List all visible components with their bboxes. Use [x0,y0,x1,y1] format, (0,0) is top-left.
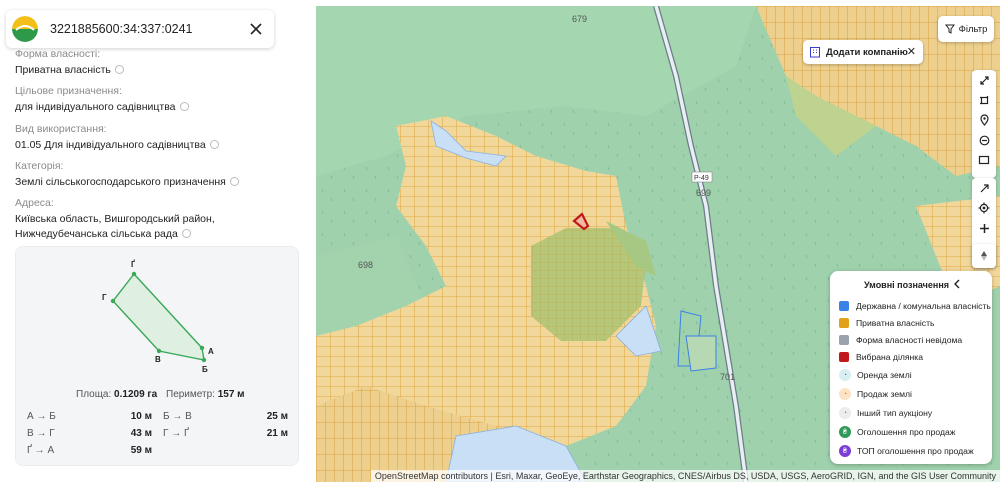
legend-swatch [839,318,849,328]
ownership-form-label: Форма власності: [15,48,101,60]
legend-item: Державна / комунальна власність [839,301,991,311]
segment-length: 59 м [130,445,152,456]
info-icon[interactable] [181,228,191,238]
purpose-label: Цільове призначення: [15,85,122,97]
legend-item: ₴ ТОП оголошення про продаж [839,445,974,457]
segment-name: Г → Ґ [163,428,189,439]
lease-icon: ◔ [839,369,851,381]
legend-panel: Умовні позначення Державна / комунальна … [830,271,992,464]
parcel-shape-card: Ґ Г В Б А Площа: 0.1209 га Периметр: 157… [15,246,299,466]
legend-item: Форма власності невідома [839,335,962,345]
info-icon[interactable] [229,176,239,186]
legend-swatch [839,352,849,362]
usage-type-value: 01.05 Для індивідуального садівництва [15,139,206,151]
map-label: 679 [572,14,587,24]
vertex-label: Г [102,293,107,302]
vertex-label: А [208,347,214,356]
segment-name: В → Г [27,428,55,439]
segment-length: 21 м [266,428,288,439]
vertex-label: Б [202,365,208,374]
map-view[interactable]: 679 698 Р-49 699 701 Фільтр Додати компа… [316,6,1000,482]
legend-title: Умовні позначення [864,280,950,290]
perimeter-summary: Периметр: 157 м [166,389,245,400]
vertex-label: Ґ [131,260,135,269]
parcel-header: 3221885600:34:337:0241 [6,10,274,48]
arrow-icon[interactable] [972,178,996,198]
circle-minus-icon[interactable] [972,130,996,150]
rectangle-icon[interactable] [972,150,996,170]
info-icon[interactable] [114,64,124,74]
add-company-label: Додати компанію [826,46,908,58]
segment-name: А → Б [27,411,56,422]
ownership-form-value: Приватна власність [15,64,111,76]
legend-swatch [839,301,849,311]
cadastral-number: 3221885600:34:337:0241 [50,22,193,36]
usage-type: Вид використання: 01.05 Для індивідуальн… [15,123,219,153]
expand-icon[interactable] [972,70,996,90]
perimeter-value: 157 м [217,389,245,400]
area-summary: Площа: 0.1209 га [76,389,158,400]
building-icon [810,47,820,58]
ownership-form: Форма власності: Приватна власність [15,48,124,78]
segment-length: 43 м [130,428,152,439]
filter-label: Фільтр [958,23,988,35]
top-listing-icon: ₴ [839,445,851,457]
legend-item: ◔ Оренда землі [839,369,912,381]
segment-length: 10 м [130,411,152,422]
segment-name: Ґ → А [27,445,55,456]
usage-type-label: Вид використання: [15,123,107,135]
compass-icon[interactable] [972,244,996,268]
category-label: Категорія: [15,160,64,172]
parcel-info-panel: 3221885600:34:337:0241 Форма власності: … [0,0,316,487]
legend-item: ◔ Продаж землі [839,388,912,400]
parcel-shape-drawing: Ґ Г В Б А [102,260,214,374]
add-company-button[interactable]: Додати компанію ✕ [803,40,923,64]
legend-item: ◔ Інший тип аукціону [839,407,932,419]
info-icon[interactable] [209,139,219,149]
app-logo-icon [12,16,38,42]
area-value: 0.1209 га [114,389,158,400]
filter-button[interactable]: Фільтр [938,16,994,42]
auction-icon: ◔ [839,407,851,419]
info-icon[interactable] [179,101,189,111]
locate-icon[interactable] [972,198,996,218]
legend-item: Вибрана ділянка [839,352,923,362]
road-label: Р-49 [694,175,709,182]
purpose-value: для індивідуального садівництва [15,101,176,113]
sale-listing-icon: ₴ [839,426,851,438]
category: Категорія: Землі сільськогосподарського … [15,160,239,190]
close-icon[interactable]: ✕ [907,45,916,58]
segment-name: Б → В [163,411,192,422]
crop-icon[interactable] [972,90,996,110]
legend-swatch [839,335,849,345]
purpose: Цільове призначення: для індивідуального… [15,85,189,115]
zoom-in-icon[interactable] [972,218,996,238]
segment-length: 25 м [266,411,288,422]
pin-icon[interactable] [972,110,996,130]
legend-item: Приватна власність [839,318,935,328]
chevron-left-icon[interactable] [950,277,964,291]
sale-icon: ◔ [839,388,851,400]
address: Адреса: Київська область, Вишгородський … [15,197,300,242]
filter-icon [944,24,955,34]
map-label: 699 [696,188,711,198]
draw-toolbar [972,70,996,178]
map-attribution: OpenStreetMap contributors | Esri, Maxar… [370,470,1000,482]
category-value: Землі сільськогосподарського призначення [15,176,226,188]
legend-item: ₴ Оголошення про продаж [839,426,955,438]
address-label: Адреса: [15,197,54,209]
map-label: 701 [720,372,735,382]
map-label: 698 [358,260,373,270]
close-icon[interactable] [242,15,270,43]
vertex-label: В [155,355,161,364]
